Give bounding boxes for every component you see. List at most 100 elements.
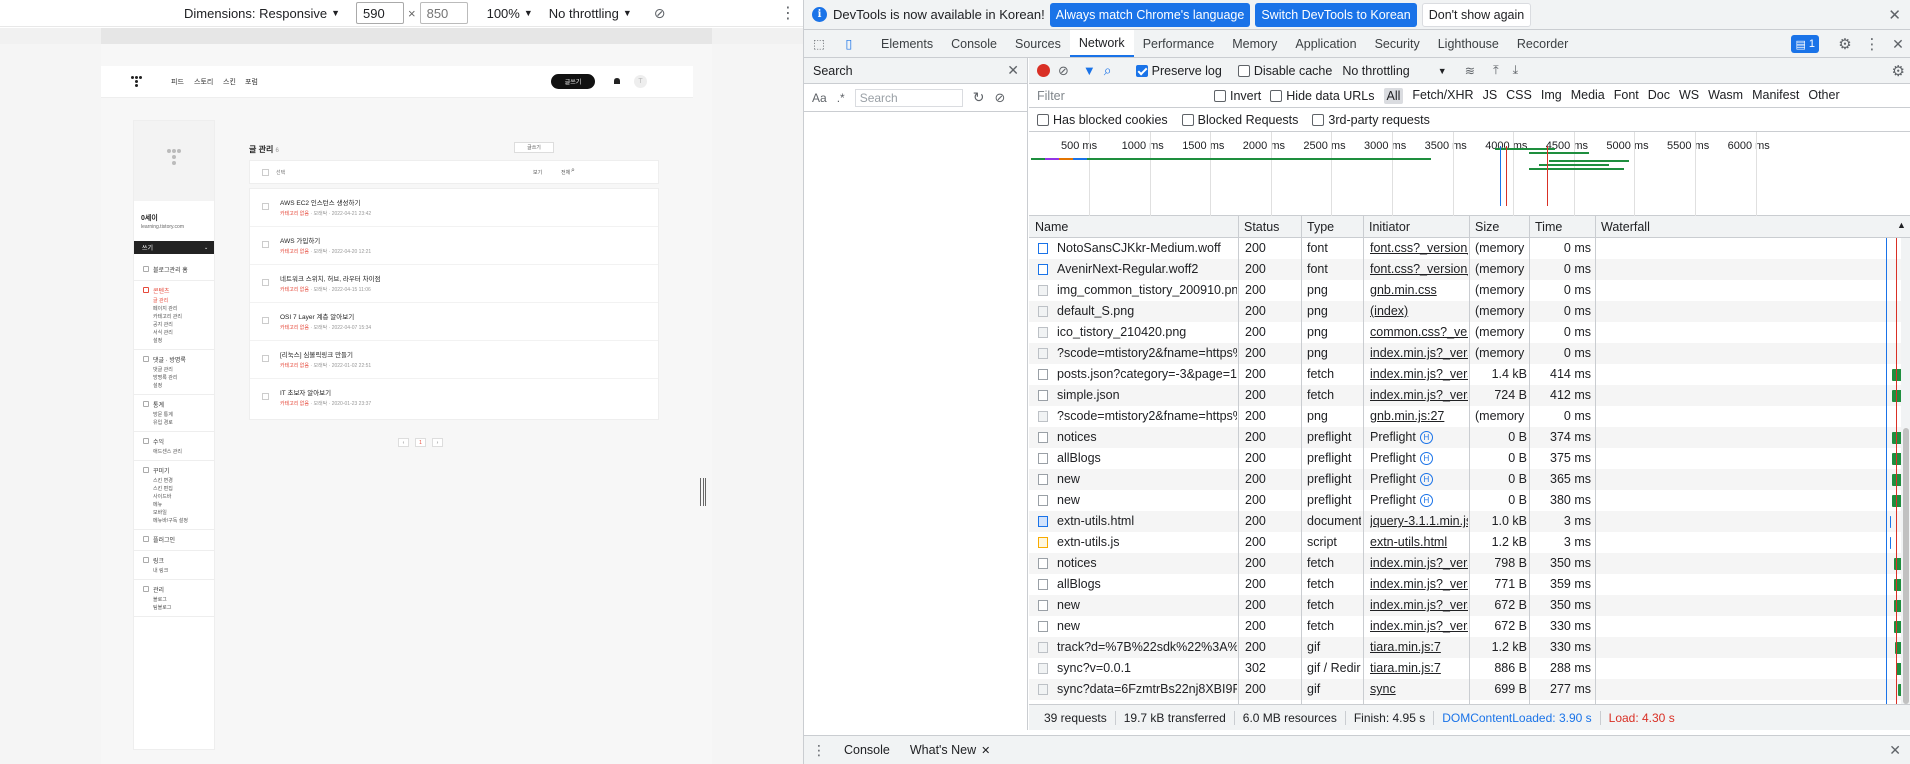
request-initiator[interactable]: index.min.js?_versio... bbox=[1370, 388, 1468, 402]
post-title[interactable]: 네트워크 스위치, 허브, 라우터 차이점 bbox=[280, 273, 381, 283]
avatar[interactable]: T bbox=[634, 75, 647, 88]
filter-icon[interactable]: ▼ bbox=[1083, 63, 1096, 78]
col-name[interactable]: Name bbox=[1035, 220, 1068, 234]
sidebar-section-1[interactable]: 콘텐츠 bbox=[153, 286, 170, 295]
request-initiator-text[interactable]: index.min.js?_versio... bbox=[1370, 388, 1468, 402]
request-initiator-text[interactable]: sync bbox=[1370, 682, 1396, 696]
search-icon[interactable]: ⌕ bbox=[1104, 62, 1112, 79]
list-item[interactable]: AWS 가입하기 카테고리 없음 · 모래탁 · 2022-04-20 12:21 bbox=[250, 227, 658, 265]
request-initiator-text[interactable]: index.min.js?_versio... bbox=[1370, 346, 1468, 360]
sidebar-item[interactable]: 글 관리 bbox=[153, 297, 168, 304]
col-initiator[interactable]: Initiator bbox=[1369, 220, 1410, 234]
tab-performance[interactable]: Performance bbox=[1134, 30, 1224, 57]
request-initiator-text[interactable]: index.min.js?_versio... bbox=[1370, 367, 1468, 381]
request-initiator[interactable]: common.css?_versio... bbox=[1370, 325, 1468, 339]
more-options-icon[interactable]: ⋮ bbox=[780, 3, 796, 23]
sidebar-section-2[interactable]: 댓글 · 방명록 bbox=[153, 355, 186, 364]
search-input[interactable]: Search bbox=[854, 88, 963, 107]
drawer-tab-console[interactable]: Console bbox=[834, 736, 900, 764]
sidebar-item[interactable]: 유입 경로 bbox=[153, 419, 173, 426]
blog-url[interactable]: learning.tistory.com bbox=[141, 224, 184, 230]
request-initiator[interactable]: index.min.js?_versio... bbox=[1370, 346, 1468, 360]
sidebar-section-3[interactable]: 통계 bbox=[153, 400, 164, 409]
switch-korean-button[interactable]: Switch DevTools to Korean bbox=[1255, 2, 1417, 27]
col-waterfall[interactable]: Waterfall bbox=[1601, 220, 1650, 234]
request-initiator[interactable]: Preflight H bbox=[1370, 472, 1468, 487]
sidebar-item[interactable]: 공지 관리 bbox=[153, 321, 173, 328]
list-item[interactable]: IT 초보자 알아보기 카테고리 없음 · 모래탁 · 2020-01-23 23… bbox=[250, 379, 658, 417]
scrollbar-thumb[interactable] bbox=[1903, 428, 1909, 704]
request-initiator[interactable]: index.min.js?_versio... bbox=[1370, 556, 1468, 570]
request-initiator-text[interactable]: tiara.min.js:7 bbox=[1370, 661, 1441, 675]
blocked-requests-checkbox[interactable]: Blocked Requests bbox=[1181, 113, 1298, 127]
post-checkbox[interactable] bbox=[262, 241, 269, 248]
sort-up-icon[interactable]: ▲ bbox=[1897, 220, 1906, 230]
request-name[interactable]: new bbox=[1057, 619, 1237, 633]
page-1[interactable]: 1 bbox=[415, 438, 426, 447]
request-initiator-text[interactable]: index.min.js?_versio... bbox=[1370, 556, 1468, 570]
throttling-dropdown[interactable]: No throttling ▼ bbox=[549, 6, 632, 21]
request-name[interactable]: NotoSansCJKkr-Medium.woff bbox=[1057, 241, 1237, 255]
close-tab-icon[interactable]: ✕ bbox=[981, 744, 990, 757]
request-initiator[interactable]: Preflight H bbox=[1370, 430, 1468, 445]
tab-lighthouse[interactable]: Lighthouse bbox=[1429, 30, 1508, 57]
request-name[interactable]: allBlogs bbox=[1057, 451, 1237, 465]
new-post-button[interactable]: 글쓰기 bbox=[514, 142, 554, 153]
page-prev[interactable]: ‹ bbox=[398, 438, 409, 447]
post-checkbox[interactable] bbox=[262, 393, 269, 400]
type-filter-img[interactable]: Img bbox=[1541, 88, 1562, 104]
request-initiator-text[interactable]: index.min.js?_versio... bbox=[1370, 598, 1468, 612]
post-checkbox[interactable] bbox=[262, 317, 269, 324]
post-checkbox[interactable] bbox=[262, 355, 269, 362]
dont-show-again-button[interactable]: Don't show again bbox=[1421, 2, 1532, 27]
request-name[interactable]: sync?v=0.0.1 bbox=[1057, 661, 1237, 675]
list-item[interactable]: OSI 7 Layer 계층 알아보기 카테고리 없음 · 모래탁 · 2022-… bbox=[250, 303, 658, 341]
preflight-link-icon[interactable]: H bbox=[1419, 431, 1433, 445]
request-name[interactable]: track?d=%7B%22sdk%22%3A%7B%22ty... bbox=[1057, 640, 1237, 654]
clear-log-icon[interactable]: ⊘ bbox=[1058, 63, 1069, 79]
match-language-button[interactable]: Always match Chrome's language bbox=[1049, 2, 1251, 27]
tab-security[interactable]: Security bbox=[1366, 30, 1429, 57]
list-item[interactable]: [리눅스] 심볼릭링크 만들기 카테고리 없음 · 모래탁 · 2022-01-0… bbox=[250, 341, 658, 379]
sidebar-item[interactable]: 모바일 bbox=[153, 509, 167, 516]
inspect-element-icon[interactable]: ⬚ bbox=[804, 30, 834, 57]
match-case-toggle[interactable]: Aa bbox=[812, 91, 827, 105]
request-name[interactable]: notices bbox=[1057, 430, 1237, 444]
request-name[interactable]: posts.json?category=-3&page=1&searc... bbox=[1057, 367, 1237, 381]
search-icon[interactable]: ⌕ bbox=[571, 167, 575, 175]
type-filter-media[interactable]: Media bbox=[1571, 88, 1605, 104]
request-initiator-text[interactable]: gnb.min.css bbox=[1370, 283, 1437, 297]
post-title[interactable]: OSI 7 Layer 계층 알아보기 bbox=[280, 311, 354, 321]
sidebar-item[interactable]: 페이지 관리 bbox=[153, 305, 177, 312]
network-conditions-icon[interactable]: ≋ bbox=[1465, 63, 1475, 78]
type-filter-other[interactable]: Other bbox=[1808, 88, 1839, 104]
filter-input[interactable]: Filter bbox=[1037, 89, 1205, 103]
request-initiator-text[interactable]: extn-utils.html bbox=[1370, 535, 1447, 549]
post-title[interactable]: IT 초보자 알아보기 bbox=[280, 387, 331, 397]
type-filter-ws[interactable]: WS bbox=[1679, 88, 1699, 104]
sidebar-item[interactable]: 댓글 관리 bbox=[153, 366, 173, 373]
preflight-link-icon[interactable]: H bbox=[1419, 473, 1433, 487]
sidebar-item[interactable]: 메뉴 bbox=[153, 501, 162, 508]
request-initiator[interactable]: index.min.js?_versio... bbox=[1370, 367, 1468, 381]
sidebar-item[interactable]: 방명록 관리 bbox=[153, 374, 177, 381]
type-filter-doc[interactable]: Doc bbox=[1648, 88, 1670, 104]
sidebar-section-8[interactable]: 관리 bbox=[153, 585, 164, 594]
request-name[interactable]: simple.json bbox=[1057, 388, 1237, 402]
request-initiator[interactable]: gnb.min.js:27 bbox=[1370, 409, 1468, 423]
request-name[interactable]: ?scode=mtistory2&fname=https%3A%2... bbox=[1057, 346, 1237, 360]
issues-badge[interactable]: ▤ 1 bbox=[1791, 35, 1819, 53]
disable-cache-checkbox[interactable]: Disable cache bbox=[1237, 64, 1332, 78]
request-name[interactable]: extn-utils.html bbox=[1057, 514, 1237, 528]
close-icon[interactable]: ✕ bbox=[1888, 6, 1901, 24]
tab-application[interactable]: Application bbox=[1286, 30, 1365, 57]
sidebar-item[interactable]: 애드센스 관리 bbox=[153, 448, 182, 455]
close-drawer-icon[interactable]: ✕ bbox=[1889, 742, 1901, 759]
timeline-overview[interactable]: 500 ms 1000 ms 1500 ms 2000 ms 2500 ms 3000 m… bbox=[1029, 132, 1910, 216]
select-all-checkbox[interactable] bbox=[262, 169, 269, 176]
viewport-resize-handle[interactable] bbox=[700, 478, 707, 506]
type-filter-font[interactable]: Font bbox=[1614, 88, 1639, 104]
tab-sources[interactable]: Sources bbox=[1006, 30, 1070, 57]
col-time[interactable]: Time bbox=[1535, 220, 1562, 234]
page-next[interactable]: › bbox=[432, 438, 443, 447]
